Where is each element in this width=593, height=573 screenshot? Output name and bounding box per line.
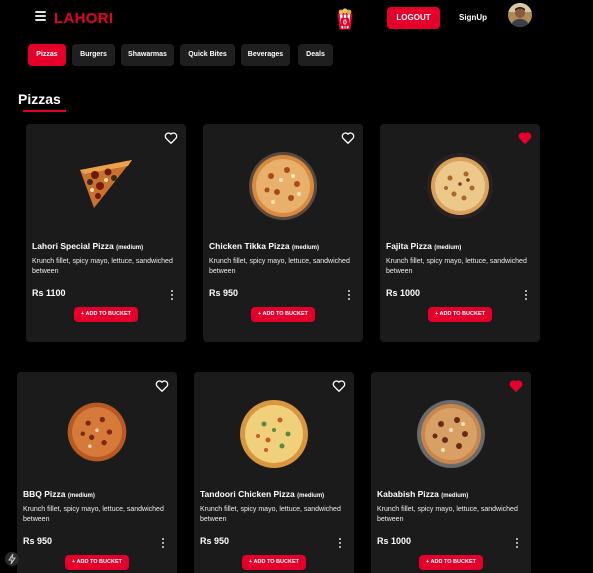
tab-shawarmas[interactable]: Shawarmas [121, 44, 174, 66]
pizza-image [249, 152, 317, 220]
avatar[interactable] [508, 3, 532, 27]
more-options-icon[interactable] [162, 538, 165, 549]
heart-outline-icon[interactable] [332, 379, 346, 393]
product-name: Tandoori Chicken Pizza (medium) [200, 489, 325, 499]
more-options-icon[interactable] [516, 538, 519, 549]
menu-icon[interactable] [35, 11, 46, 21]
add-to-bucket-button[interactable]: + ADD TO BUCKET [428, 307, 492, 322]
product-price: Rs 950 [209, 288, 239, 298]
product-card: Kababish Pizza (medium) Krunch fillet, s… [371, 372, 531, 573]
signup-link[interactable]: SignUp [459, 13, 487, 22]
add-to-bucket-button[interactable]: + ADD TO BUCKET [251, 307, 315, 322]
product-card: Lahori Special Pizza (medium) Krunch fil… [26, 124, 186, 342]
add-to-bucket-button[interactable]: + ADD TO BUCKET [242, 555, 306, 570]
tab-burgers[interactable]: Burgers [72, 44, 115, 66]
product-card: Fajita Pizza (medium) Krunch fillet, spi… [380, 124, 540, 342]
product-name: BBQ Pizza (medium) [23, 489, 95, 499]
section-underline [23, 110, 66, 112]
product-description: Krunch fillet, spicy mayo, lettuce, sand… [200, 506, 341, 523]
product-card: Tandoori Chicken Pizza (medium) Krunch f… [194, 372, 354, 573]
more-options-icon[interactable] [339, 538, 342, 549]
tab-deals[interactable]: Deals [298, 44, 333, 66]
add-to-bucket-button[interactable]: + ADD TO BUCKET [419, 555, 483, 570]
add-to-bucket-button[interactable]: + ADD TO BUCKET [65, 555, 129, 570]
tab-pizzas[interactable]: Pizzas [28, 44, 66, 66]
product-description: Krunch fillet, spicy mayo, lettuce, sand… [377, 506, 518, 523]
navbar: LAHORI 0 LOGOUT SignUp [0, 0, 593, 36]
pizza-image [240, 400, 308, 468]
product-price: Rs 1100 [32, 288, 66, 298]
product-price: Rs 950 [23, 536, 53, 546]
pizza-slice-image [80, 160, 132, 208]
logout-button[interactable]: LOGOUT [387, 7, 440, 29]
brand-logo[interactable]: LAHORI [54, 10, 113, 27]
tab-beverages[interactable]: Beverages [241, 44, 290, 66]
product-description: Krunch fillet, spicy mayo, lettuce, sand… [386, 258, 527, 275]
bolt-icon[interactable] [5, 552, 19, 566]
pizza-image [427, 153, 493, 219]
section-title: Pizzas [18, 91, 61, 107]
product-description: Krunch fillet, spicy mayo, lettuce, sand… [209, 258, 350, 275]
bucket-icon[interactable]: 0 [333, 7, 357, 31]
product-card: Chicken Tikka Pizza (medium) Krunch fill… [203, 124, 363, 342]
product-price: Rs 950 [200, 536, 230, 546]
add-to-bucket-button[interactable]: + ADD TO BUCKET [74, 307, 138, 322]
heart-filled-icon[interactable] [518, 131, 532, 145]
product-description: Krunch fillet, spicy mayo, lettuce, sand… [32, 258, 173, 275]
product-name: Kababish Pizza (medium) [377, 489, 469, 499]
product-description: Krunch fillet, spicy mayo, lettuce, sand… [23, 506, 164, 523]
bucket-count: 0 [343, 20, 347, 27]
product-price: Rs 1000 [386, 288, 421, 298]
more-options-icon[interactable] [171, 290, 174, 301]
product-name: Fajita Pizza (medium) [386, 241, 462, 251]
tab-quick-bites[interactable]: Quick Bites [180, 44, 235, 66]
heart-outline-icon[interactable] [341, 131, 355, 145]
more-options-icon[interactable] [525, 290, 528, 301]
heart-filled-icon[interactable] [509, 379, 523, 393]
heart-outline-icon[interactable] [164, 131, 178, 145]
product-name: Chicken Tikka Pizza (medium) [209, 241, 320, 251]
product-name: Lahori Special Pizza (medium) [32, 241, 144, 251]
product-price: Rs 1000 [377, 536, 412, 546]
heart-outline-icon[interactable] [155, 379, 169, 393]
pizza-image [67, 402, 127, 462]
pizza-image [417, 400, 485, 468]
product-card: BBQ Pizza (medium) Krunch fillet, spicy … [17, 372, 177, 573]
more-options-icon[interactable] [348, 290, 351, 301]
